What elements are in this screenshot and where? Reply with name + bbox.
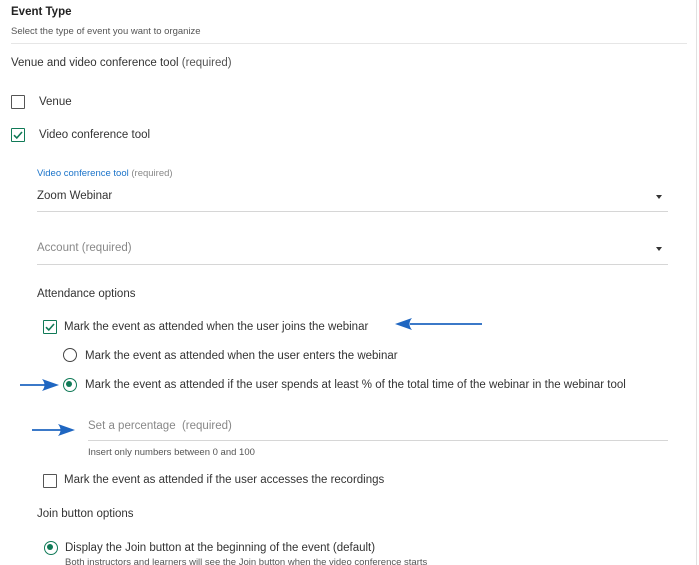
attended-enters-label[interactable]: Mark the event as attended when the user…: [85, 350, 398, 362]
venue-checkbox-label[interactable]: Venue: [39, 96, 72, 108]
check-icon: [13, 131, 23, 140]
attended-joins-checkbox[interactable]: [43, 320, 57, 334]
panel-right-border: [696, 0, 697, 565]
percentage-input-underline: [88, 440, 668, 441]
video-tool-label-text: Video conference tool: [37, 168, 129, 179]
percentage-hint: Insert only numbers between 0 and 100: [88, 447, 255, 458]
venue-tool-label: Venue and video conference tool (require…: [11, 57, 232, 69]
join-button-options-title: Join button options: [37, 508, 134, 520]
annotation-arrow-icon: [395, 318, 482, 330]
radio-selected-dot: [47, 544, 54, 551]
radio-selected-dot: [66, 381, 73, 388]
join-beginning-label[interactable]: Display the Join button at the beginning…: [65, 542, 375, 554]
annotation-arrow-icon: [20, 379, 59, 391]
video-tool-select-underline: [37, 211, 668, 212]
attended-recordings-checkbox[interactable]: [43, 474, 57, 488]
video-conference-checkbox[interactable]: [11, 128, 25, 142]
divider: [11, 43, 687, 44]
account-select-underline: [37, 264, 668, 265]
venue-tool-required: (required): [181, 57, 232, 69]
video-tool-select-value[interactable]: Zoom Webinar: [37, 190, 112, 202]
event-type-subtitle: Select the type of event you want to org…: [11, 26, 201, 37]
attendance-options-title: Attendance options: [37, 288, 136, 300]
attended-joins-label[interactable]: Mark the event as attended when the user…: [64, 321, 368, 333]
join-beginning-radio[interactable]: [44, 541, 58, 555]
join-beginning-hint: Both instructors and learners will see t…: [65, 557, 428, 565]
venue-tool-label-text: Venue and video conference tool: [11, 57, 179, 69]
venue-checkbox[interactable]: [11, 95, 25, 109]
video-tool-required: (required): [131, 168, 173, 179]
attended-recordings-label[interactable]: Mark the event as attended if the user a…: [64, 474, 384, 486]
percentage-input[interactable]: Set a percentage (required): [88, 420, 232, 432]
video-tool-select-label: Video conference tool (required): [37, 168, 173, 179]
annotation-arrow-icon: [32, 424, 75, 436]
chevron-down-icon[interactable]: [656, 247, 662, 251]
chevron-down-icon[interactable]: [656, 195, 662, 199]
video-conference-checkbox-label[interactable]: Video conference tool: [39, 129, 150, 141]
event-type-title: Event Type: [11, 6, 72, 18]
attended-spends-label[interactable]: Mark the event as attended if the user s…: [85, 379, 626, 391]
check-icon: [45, 323, 55, 332]
attended-enters-radio[interactable]: [63, 348, 77, 362]
attended-spends-radio[interactable]: [63, 378, 77, 392]
account-select[interactable]: Account (required): [37, 242, 132, 254]
